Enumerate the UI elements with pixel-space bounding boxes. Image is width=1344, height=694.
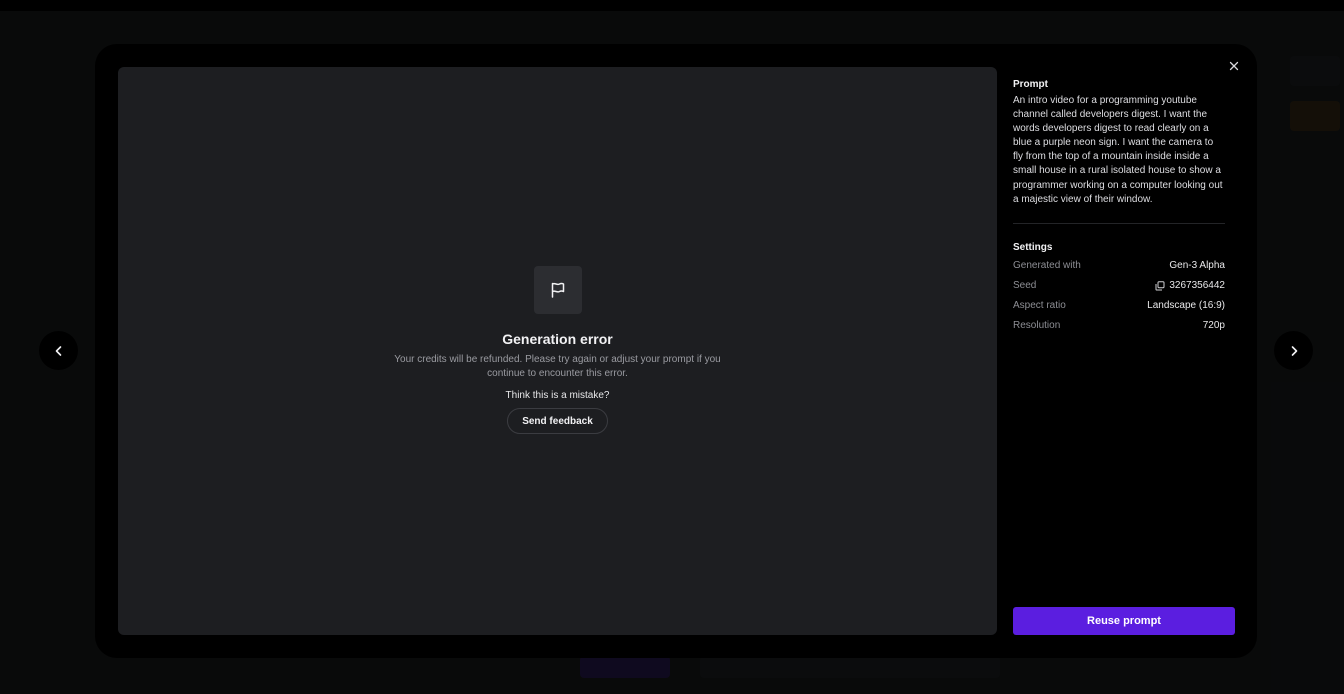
setting-label: Generated with [1013,260,1081,272]
prompt-heading: Prompt [1013,79,1048,90]
generation-detail-modal: Generation error Your credits will be re… [95,44,1257,658]
next-button[interactable] [1274,331,1313,370]
close-button[interactable] [1226,58,1242,74]
copy-icon[interactable] [1155,281,1165,291]
divider [1013,222,1225,224]
setting-value: Gen-3 Alpha [1169,260,1225,272]
setting-row-aspect-ratio: Aspect ratio Landscape (16:9) [1013,296,1225,316]
flag-icon [551,282,564,298]
setting-value: Landscape (16:9) [1147,300,1225,312]
setting-label: Resolution [1013,320,1061,332]
setting-row-resolution: Resolution 720p [1013,316,1225,336]
settings-heading: Settings [1013,241,1053,253]
details-panel: Prompt An intro video for a programming … [1013,79,1225,336]
setting-label: Aspect ratio [1013,300,1066,312]
error-title: Generation error [502,331,613,347]
seed-value: 3267356442 [1169,280,1225,292]
mistake-prompt-text: Think this is a mistake? [505,390,610,401]
prompt-text: An intro video for a programming youtube… [1013,95,1223,205]
setting-row-generated-with: Generated with Gen-3 Alpha [1013,256,1225,276]
setting-label: Seed [1013,280,1037,292]
setting-value: 720p [1202,320,1225,332]
flag-icon-container [533,266,582,314]
settings-list: Generated with Gen-3 Alpha Seed 32673564… [1013,256,1225,336]
chevron-left-icon [55,345,61,356]
setting-row-seed: Seed 3267356442 [1013,276,1225,296]
error-message: Your credits will be refunded. Please tr… [394,354,721,379]
reuse-prompt-button[interactable]: Reuse prompt [1013,607,1235,635]
previous-button[interactable] [39,331,78,370]
send-feedback-button[interactable]: Send feedback [507,408,608,434]
generation-error-panel: Generation error Your credits will be re… [118,266,997,434]
video-preview-area: Generation error Your credits will be re… [118,67,997,635]
background-topbar [0,0,1344,11]
seed-value-group[interactable]: 3267356442 [1155,280,1225,291]
close-icon [1229,61,1239,71]
chevron-right-icon [1291,345,1297,356]
